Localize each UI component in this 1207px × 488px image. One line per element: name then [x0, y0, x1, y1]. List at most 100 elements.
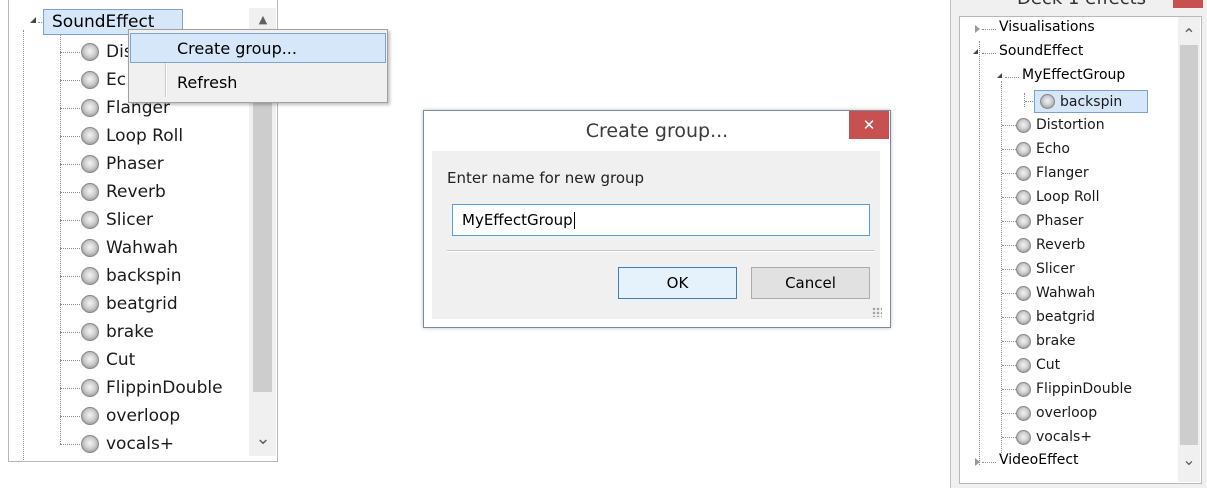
tree-item[interactable]: Phaser [1001, 209, 1084, 233]
tree-item[interactable]: overloop [1001, 401, 1097, 425]
tree-item-label: backspin [106, 266, 182, 286]
effect-icon [81, 379, 99, 397]
tree-item-label: overloop [1036, 405, 1098, 421]
tree-item[interactable]: Cut [1001, 353, 1060, 377]
tree-item-label: Cut [106, 350, 136, 370]
effect-icon [1016, 165, 1031, 181]
close-icon: ✕ [862, 116, 876, 134]
effect-icon [1016, 381, 1031, 397]
tree-item-label: Loop Roll [1036, 189, 1100, 205]
tree-node-soundeffect[interactable]: SoundEffect [999, 43, 1083, 59]
effect-icon [1016, 309, 1031, 325]
effect-icon [1016, 261, 1031, 277]
collapse-icon[interactable] [997, 73, 1002, 78]
tree-item-label: Wahwah [1036, 285, 1096, 301]
effect-icon [81, 295, 99, 313]
right-scrollbar-thumb[interactable] [1180, 45, 1198, 445]
tree-item[interactable]: Phaser [59, 152, 164, 176]
tree-item[interactable]: Slicer [1001, 257, 1075, 281]
tree-item[interactable]: Reverb [59, 180, 166, 204]
right-window: Deck 1 effects ⌃ ⌄ Visualisations SoundE… [950, 0, 1207, 488]
tree-item[interactable]: Loop Roll [1001, 185, 1099, 209]
tree-item-label: Phaser [1036, 213, 1084, 229]
right-scroll-up-icon[interactable]: ⌃ [1181, 27, 1197, 43]
left-expand-collapse-icon[interactable] [30, 17, 36, 23]
input-value: MyEffectGroup [462, 211, 573, 229]
tree-item[interactable]: FlippinDouble [1001, 377, 1132, 401]
tree-item-label: Distortion [1036, 117, 1105, 133]
effect-icon [81, 155, 99, 173]
effect-icon [81, 71, 99, 89]
tree-item[interactable]: vocals+ [1001, 425, 1092, 449]
tree-item-label: FlippinDouble [1036, 381, 1132, 397]
tree-item[interactable]: Slicer [59, 208, 153, 232]
effect-icon [1016, 285, 1031, 301]
tree-item-label: beatgrid [1036, 309, 1095, 325]
ok-button-label: OK [666, 274, 689, 292]
effect-icon [1016, 333, 1031, 349]
effect-icon [81, 267, 99, 285]
tree-item-label: Ec [106, 70, 127, 90]
tree-item[interactable]: Flanger [1001, 161, 1089, 185]
menu-item-label: Create group... [177, 38, 297, 58]
tree-node-visualisations[interactable]: Visualisations [999, 19, 1095, 35]
tree-item-backspin-selected[interactable]: backspin [1034, 90, 1148, 113]
tree-item-label: vocals+ [1036, 429, 1093, 445]
effect-icon [81, 435, 99, 453]
tree-item[interactable]: FlippinDouble [59, 376, 223, 400]
expand-icon[interactable] [975, 458, 980, 466]
effect-icon [1016, 213, 1031, 229]
close-button[interactable]: ✕ [849, 111, 889, 139]
effect-icon [81, 323, 99, 341]
left-scroll-down-icon[interactable]: ⌄ [255, 430, 271, 448]
expand-icon[interactable] [975, 25, 980, 33]
tree-item-label: Reverb [1036, 237, 1086, 253]
context-menu: Create group... Refresh [128, 29, 388, 103]
group-name-input[interactable]: MyEffectGroup [452, 204, 870, 236]
tree-item[interactable]: Loop Roll [59, 124, 183, 148]
right-close-button[interactable] [1173, 0, 1203, 8]
dialog-title: Create group... [585, 120, 729, 142]
tree-item-label: Echo [1036, 141, 1070, 157]
effect-icon [81, 127, 99, 145]
tree-item[interactable]: Reverb [1001, 233, 1085, 257]
menu-item-refresh[interactable]: Refresh [130, 67, 386, 97]
ok-button[interactable]: OK [618, 267, 737, 299]
tree-item[interactable]: Distortion [1001, 113, 1105, 137]
tree-item-label: brake [106, 322, 154, 342]
tree-item[interactable]: backspin [59, 264, 182, 288]
tree-item[interactable]: brake [59, 320, 154, 344]
effect-icon [1016, 357, 1031, 373]
tree-item[interactable]: Wahwah [59, 236, 178, 260]
tree-item[interactable]: overloop [59, 404, 180, 428]
tree-item[interactable]: beatgrid [59, 292, 178, 316]
tree-item[interactable]: Cut [59, 348, 135, 372]
tree-item-label: beatgrid [106, 294, 178, 314]
tree-item[interactable]: beatgrid [1001, 305, 1095, 329]
effect-icon [1016, 405, 1031, 421]
tree-item-echo[interactable]: Ec [59, 68, 126, 92]
tree-item-label: Flanger [1036, 165, 1089, 181]
cancel-button[interactable]: Cancel [751, 267, 870, 299]
resize-grip-icon[interactable] [872, 307, 882, 317]
effect-icon [1040, 94, 1055, 109]
tree-item[interactable]: brake [1001, 329, 1075, 353]
effect-icon [1016, 189, 1031, 205]
tree-item[interactable]: vocals+ [59, 432, 174, 456]
tree-item-label: FlippinDouble [106, 378, 223, 398]
collapse-icon[interactable] [973, 49, 978, 54]
tree-node-myeffectgroup[interactable]: MyEffectGroup [1022, 67, 1125, 83]
tree-item[interactable]: Echo [1001, 137, 1070, 161]
tree-item-distortion[interactable]: Dis [59, 40, 133, 64]
right-scroll-down-icon[interactable]: ⌄ [1181, 452, 1197, 468]
right-effects-tree: ⌃ ⌄ Visualisations SoundEffect MyEffectG… [959, 16, 1202, 484]
tree-item-label: backspin [1060, 93, 1123, 110]
cancel-button-label: Cancel [785, 274, 836, 292]
tree-item[interactable]: Wahwah [1001, 281, 1095, 305]
effect-icon [81, 407, 99, 425]
left-scroll-up-icon[interactable]: ▲ [255, 14, 271, 26]
tree-item-label: vocals+ [106, 434, 175, 454]
menu-item-create-group[interactable]: Create group... [130, 33, 386, 63]
tree-item-label: Slicer [1036, 261, 1075, 277]
tree-node-videoeffect[interactable]: VideoEffect [999, 452, 1079, 468]
